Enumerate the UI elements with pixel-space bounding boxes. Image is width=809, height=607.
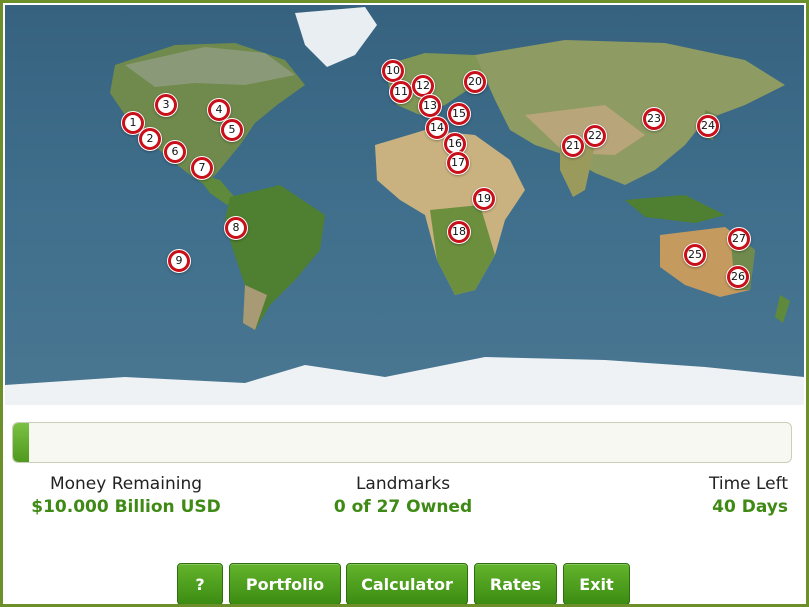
landmark-marker-17[interactable]: 17 xyxy=(447,152,469,174)
progress-bar xyxy=(12,422,792,463)
landmark-marker-20[interactable]: 20 xyxy=(464,71,486,93)
calculator-button[interactable]: Calculator xyxy=(346,563,468,604)
landmark-marker-9[interactable]: 9 xyxy=(168,250,190,272)
landmark-marker-11[interactable]: 11 xyxy=(390,81,412,103)
landmark-marker-21[interactable]: 21 xyxy=(562,135,584,157)
world-map-graphic xyxy=(5,5,804,405)
time-label: Time Left xyxy=(709,474,788,494)
landmark-marker-24[interactable]: 24 xyxy=(697,115,719,137)
landmark-marker-5[interactable]: 5 xyxy=(221,119,243,141)
time-stat: Time Left 40 Days xyxy=(693,474,788,517)
money-stat: Money Remaining $10.000 Billion USD xyxy=(21,474,231,517)
landmarks-stat: Landmarks 0 of 27 Owned xyxy=(303,474,503,517)
landmark-marker-3[interactable]: 3 xyxy=(155,94,177,116)
landmarks-value: 0 of 27 Owned xyxy=(333,497,473,517)
landmark-marker-6[interactable]: 6 xyxy=(164,141,186,163)
landmark-marker-12[interactable]: 12 xyxy=(412,75,434,97)
money-label: Money Remaining xyxy=(49,474,203,494)
world-map: 1 2 3 4 5 6 7 8 9 10 11 12 13 14 15 16 1… xyxy=(5,5,804,405)
landmark-marker-22[interactable]: 22 xyxy=(584,125,606,147)
landmark-marker-14[interactable]: 14 xyxy=(426,117,448,139)
portfolio-button[interactable]: Portfolio xyxy=(229,563,341,604)
rates-button[interactable]: Rates xyxy=(474,563,557,604)
landmark-marker-7[interactable]: 7 xyxy=(191,157,213,179)
landmark-marker-2[interactable]: 2 xyxy=(139,128,161,150)
landmark-marker-13[interactable]: 13 xyxy=(419,95,441,117)
landmark-marker-25[interactable]: 25 xyxy=(684,244,706,266)
landmark-marker-26[interactable]: 26 xyxy=(727,266,749,288)
help-button[interactable]: ? xyxy=(177,563,223,604)
landmark-marker-18[interactable]: 18 xyxy=(448,221,470,243)
exit-button[interactable]: Exit xyxy=(563,563,630,604)
landmark-marker-15[interactable]: 15 xyxy=(448,103,470,125)
money-value: $10.000 Billion USD xyxy=(31,497,221,517)
landmark-marker-19[interactable]: 19 xyxy=(473,188,495,210)
landmark-marker-10[interactable]: 10 xyxy=(382,60,404,82)
time-value: 40 Days xyxy=(712,497,788,517)
progress-bar-fill xyxy=(13,423,29,462)
landmarks-label: Landmarks xyxy=(355,474,451,494)
landmark-marker-1[interactable]: 1 xyxy=(122,112,144,134)
game-window: 1 2 3 4 5 6 7 8 9 10 11 12 13 14 15 16 1… xyxy=(0,0,809,607)
landmark-marker-23[interactable]: 23 xyxy=(643,108,665,130)
landmark-marker-8[interactable]: 8 xyxy=(225,217,247,239)
landmark-marker-4[interactable]: 4 xyxy=(208,99,230,121)
landmark-marker-27[interactable]: 27 xyxy=(728,228,750,250)
